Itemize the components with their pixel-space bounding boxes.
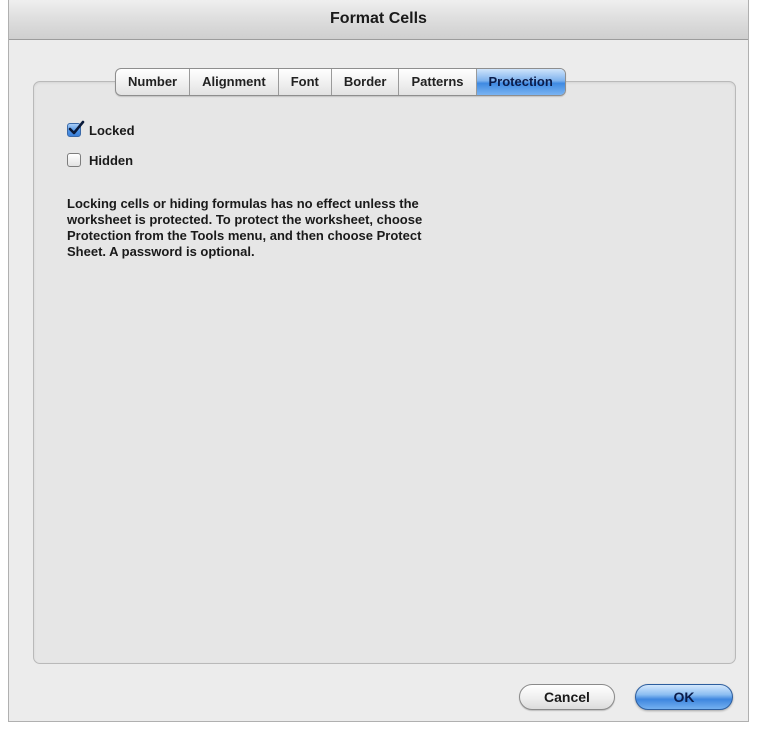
locked-label: Locked bbox=[89, 122, 135, 138]
tab-border[interactable]: Border bbox=[332, 69, 400, 95]
ok-button[interactable]: OK bbox=[635, 684, 733, 710]
tab-alignment[interactable]: Alignment bbox=[190, 69, 279, 95]
dialog-title: Format Cells bbox=[330, 10, 427, 27]
locked-option[interactable]: Locked bbox=[67, 120, 135, 140]
title-bar[interactable]: Format Cells bbox=[9, 0, 748, 40]
tab-protection[interactable]: Protection bbox=[476, 69, 565, 95]
tab-patterns[interactable]: Patterns bbox=[399, 69, 477, 95]
tab-number[interactable]: Number bbox=[116, 69, 191, 95]
locked-checkbox[interactable] bbox=[67, 120, 85, 137]
tab-font[interactable]: Font bbox=[279, 69, 332, 95]
hidden-option[interactable]: Hidden bbox=[67, 150, 133, 170]
tab-bar: Number Alignment Font Border Patterns Pr… bbox=[115, 68, 566, 96]
hidden-checkbox[interactable] bbox=[67, 153, 81, 167]
protection-panel bbox=[33, 81, 736, 664]
checkmark-icon bbox=[68, 120, 85, 135]
protection-info-text: Locking cells or hiding formulas has no … bbox=[67, 196, 423, 259]
format-cells-dialog: Format Cells Number Alignment Font Borde… bbox=[8, 0, 749, 722]
hidden-label: Hidden bbox=[89, 152, 134, 168]
cancel-button[interactable]: Cancel bbox=[519, 684, 615, 710]
